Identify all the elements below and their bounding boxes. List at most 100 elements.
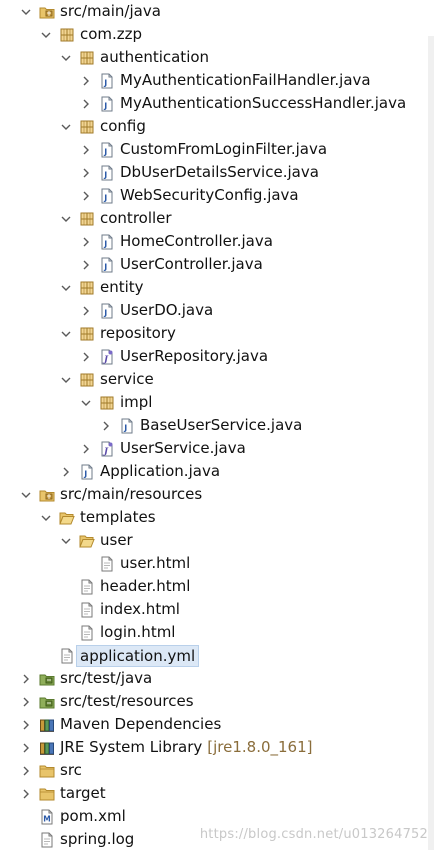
chevron-down-icon[interactable] [60, 322, 72, 345]
tree-item[interactable]: impl [0, 391, 434, 414]
tree-item-label: WebSecurityConfig.java [120, 186, 299, 204]
tree-item[interactable]: JRE System Library [jre1.8.0_161] [0, 736, 434, 759]
chevron-right-icon[interactable] [80, 161, 92, 184]
tree-item-label: MyAuthenticationFailHandler.java [120, 71, 371, 89]
chevron-down-icon[interactable] [60, 529, 72, 552]
chevron-right-icon[interactable] [60, 460, 72, 483]
tree-item[interactable]: J HomeController.java [0, 230, 434, 253]
tree-item[interactable]: J MyAuthenticationFailHandler.java [0, 69, 434, 92]
chevron-right-icon[interactable] [80, 230, 92, 253]
chevron-right-icon[interactable] [20, 782, 32, 805]
chevron-right-icon[interactable] [20, 736, 32, 759]
tree-item[interactable]: login.html [0, 621, 434, 644]
package-icon [79, 50, 95, 66]
tree-item[interactable]: Maven Dependencies [0, 713, 434, 736]
library-icon [39, 740, 55, 756]
tree-item[interactable]: entity [0, 276, 434, 299]
tree-item[interactable]: application.yml [0, 644, 434, 667]
chevron-down-icon[interactable] [40, 506, 52, 529]
chevron-right-icon[interactable] [100, 414, 112, 437]
tree-item-decoration: [jre1.8.0_161] [207, 738, 313, 756]
tree-item[interactable]: J UserService.java [0, 437, 434, 460]
tree-item-label: target [60, 784, 106, 802]
tree-item[interactable]: index.html [0, 598, 434, 621]
tree-item[interactable]: header.html [0, 575, 434, 598]
library-icon [39, 717, 55, 733]
tree-item[interactable]: J BaseUserService.java [0, 414, 434, 437]
tree-item-label: user [100, 531, 133, 549]
tree-item-label: src/test/resources [60, 692, 194, 710]
tree-item[interactable]: src/test/resources [0, 690, 434, 713]
java-file-icon: J [99, 142, 115, 158]
tree-item[interactable]: J Application.java [0, 460, 434, 483]
tree-item-label: config [100, 117, 146, 135]
tree-item[interactable]: repository [0, 322, 434, 345]
tree-item[interactable]: J UserDO.java [0, 299, 434, 322]
chevron-right-icon[interactable] [80, 437, 92, 460]
chevron-right-icon[interactable] [20, 690, 32, 713]
project-explorer-tree: src/main/java com.zzp authentication J MyAut… [0, 0, 434, 850]
tree-item[interactable]: templates [0, 506, 434, 529]
tree-item[interactable]: J WebSecurityConfig.java [0, 184, 434, 207]
tree-item-label: src/main/resources [60, 485, 203, 503]
tree-item-label: login.html [100, 623, 176, 641]
svg-text:J: J [103, 78, 107, 87]
chevron-right-icon[interactable] [80, 253, 92, 276]
tree-item[interactable]: com.zzp [0, 23, 434, 46]
tree-item[interactable]: J MyAuthenticationSuccessHandler.java [0, 92, 434, 115]
tree-item-label: src/main/java [60, 2, 161, 20]
tree-item-label: src [60, 761, 82, 779]
package-icon [79, 326, 95, 342]
chevron-right-icon[interactable] [20, 713, 32, 736]
chevron-right-icon[interactable] [80, 138, 92, 161]
tree-item[interactable]: target [0, 782, 434, 805]
chevron-right-icon[interactable] [80, 184, 92, 207]
tree-item[interactable]: Mpom.xml [0, 805, 434, 828]
chevron-right-icon[interactable] [20, 667, 32, 690]
tree-item-label: user.html [120, 554, 191, 572]
chevron-right-icon[interactable] [80, 345, 92, 368]
chevron-right-icon[interactable] [80, 299, 92, 322]
java-file-icon: J [79, 464, 95, 480]
chevron-down-icon[interactable] [80, 391, 92, 414]
source-folder-icon [39, 4, 55, 20]
tree-item[interactable]: src/main/java [0, 0, 434, 23]
chevron-down-icon[interactable] [20, 0, 32, 23]
tree-item[interactable]: J CustomFromLoginFilter.java [0, 138, 434, 161]
chevron-down-icon[interactable] [40, 23, 52, 46]
svg-text:J: J [103, 147, 107, 156]
tree-item[interactable]: src [0, 759, 434, 782]
tree-item[interactable]: config [0, 115, 434, 138]
test-source-folder-icon [39, 671, 55, 687]
chevron-down-icon[interactable] [60, 207, 72, 230]
tree-item[interactable]: authentication [0, 46, 434, 69]
tree-item-label: application.yml [76, 644, 200, 667]
svg-text:J: J [103, 308, 107, 317]
tree-item[interactable]: src/main/resources [0, 483, 434, 506]
chevron-down-icon[interactable] [20, 483, 32, 506]
chevron-down-icon[interactable] [60, 115, 72, 138]
chevron-down-icon[interactable] [60, 46, 72, 69]
java-file-icon: J [99, 73, 115, 89]
tree-item[interactable]: controller [0, 207, 434, 230]
tree-item[interactable]: src/test/java [0, 667, 434, 690]
tree-item-label: service [100, 370, 154, 388]
tree-item-label: index.html [100, 600, 180, 618]
tree-item-label: pom.xml [60, 807, 126, 825]
vertical-scrollbar[interactable] [428, 36, 434, 850]
chevron-right-icon[interactable] [20, 759, 32, 782]
tree-item[interactable]: J UserRepository.java [0, 345, 434, 368]
tree-item-label: src/test/java [60, 669, 153, 687]
chevron-right-icon[interactable] [80, 69, 92, 92]
tree-item[interactable]: user.html [0, 552, 434, 575]
folder-icon [39, 763, 55, 779]
tree-item[interactable]: J DbUserDetailsService.java [0, 161, 434, 184]
tree-item[interactable]: user [0, 529, 434, 552]
tree-item[interactable]: J UserController.java [0, 253, 434, 276]
tree-item-label: controller [100, 209, 172, 227]
chevron-right-icon[interactable] [80, 92, 92, 115]
tree-item[interactable]: service [0, 368, 434, 391]
chevron-down-icon[interactable] [60, 276, 72, 299]
java-file-icon: J [99, 188, 115, 204]
chevron-down-icon[interactable] [60, 368, 72, 391]
